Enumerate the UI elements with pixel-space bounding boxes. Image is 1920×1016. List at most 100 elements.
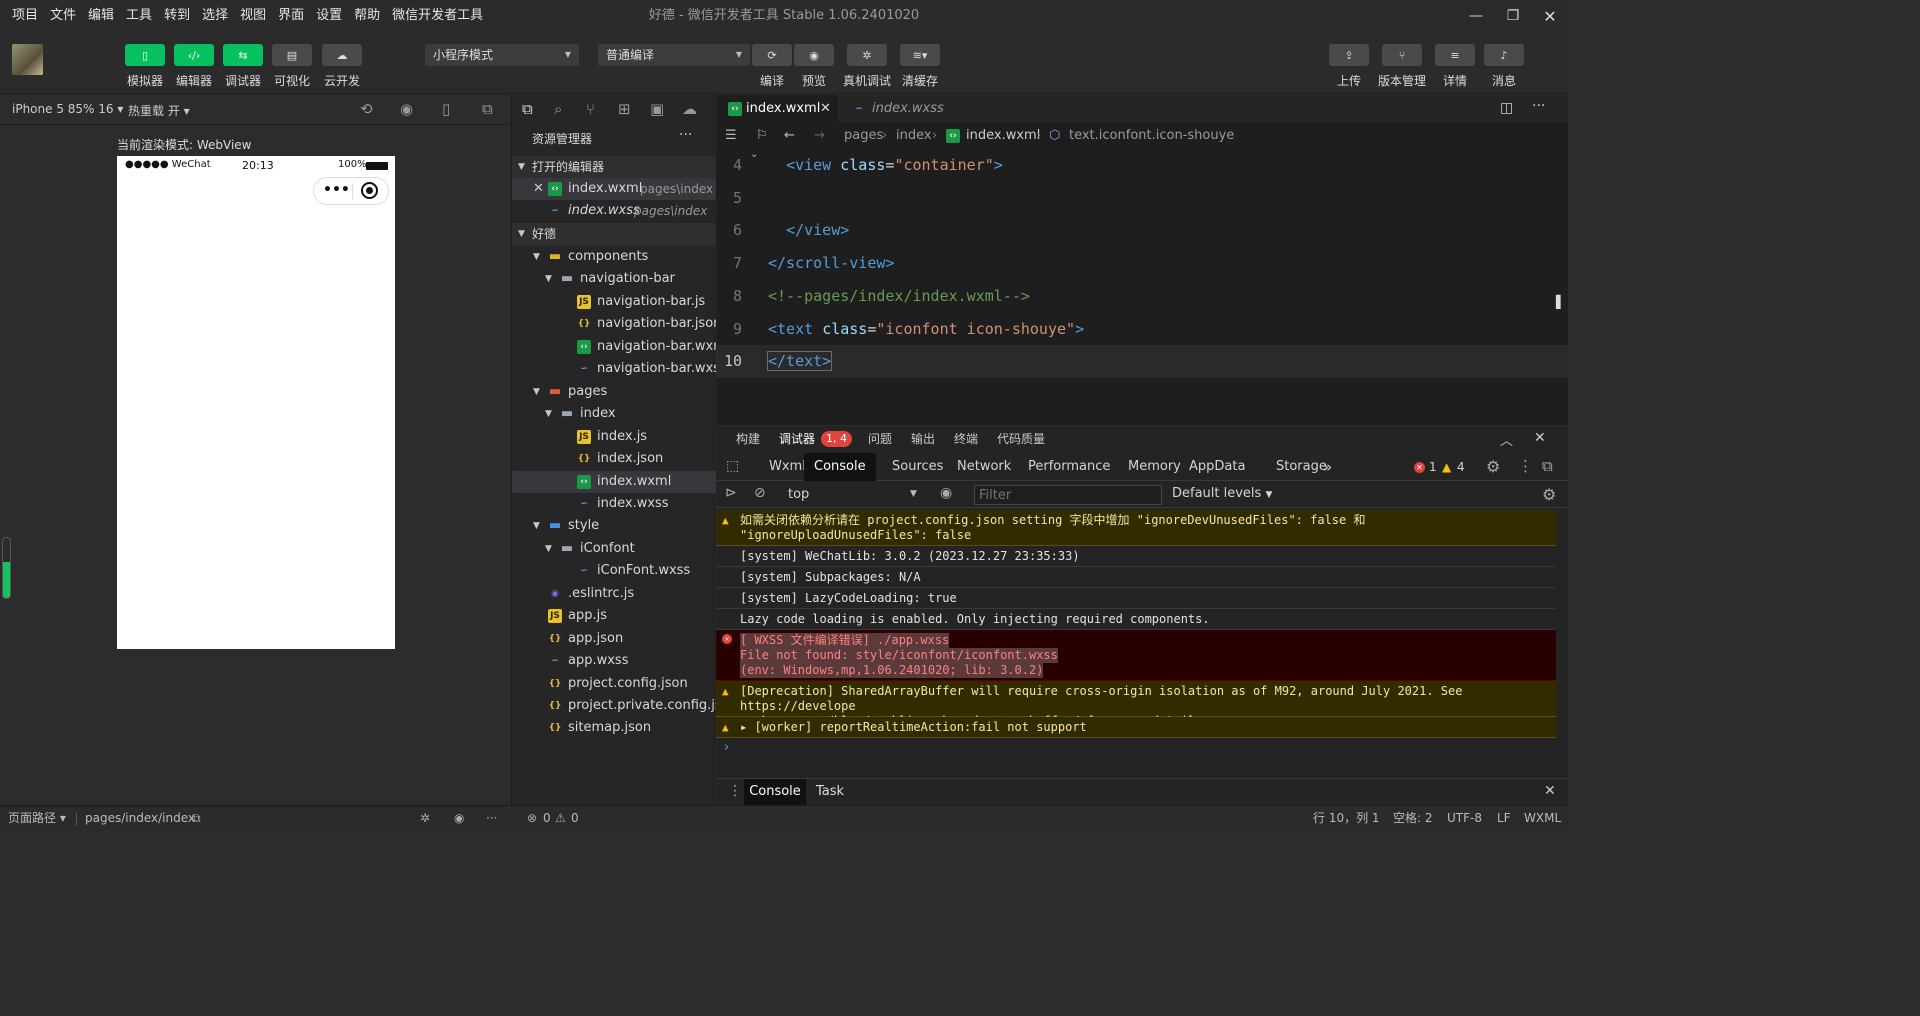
menu-item[interactable]: 设置	[310, 0, 348, 32]
tree-item[interactable]: ∽ index.wxss	[512, 493, 716, 515]
levels-select[interactable]: Default levels ▼	[1172, 486, 1272, 501]
menu-item[interactable]: 转到	[158, 0, 196, 32]
messages-button[interactable]: 消息	[1474, 72, 1534, 89]
preview-button[interactable]: 预览	[784, 72, 844, 89]
tree-item[interactable]: JS navigation-bar.js	[512, 291, 716, 313]
search-icon[interactable]: ⌕	[554, 100, 562, 118]
warning-count[interactable]: 0	[571, 806, 579, 831]
tree-item[interactable]: {} index.json	[512, 448, 716, 470]
breadcrumb-item[interactable]: index	[896, 123, 932, 149]
device-select[interactable]: iPhone 5 85% 16 ▾	[12, 102, 123, 116]
more-icon[interactable]: ···	[486, 806, 497, 831]
eye-icon[interactable]: ◉	[940, 485, 952, 501]
menu-item[interactable]: 选择	[196, 0, 234, 32]
editor-icon[interactable]: ‹/›	[174, 44, 214, 66]
code-line[interactable]: 10 </text>	[716, 345, 1568, 379]
clear-cache-button[interactable]: 清缓存	[890, 72, 950, 89]
tree-item[interactable]: ▼ ▬ components	[512, 246, 716, 268]
code-line[interactable]: 7 </scroll-view>	[716, 247, 1568, 280]
close-drawer-icon[interactable]: ✕	[1544, 783, 1556, 799]
drawer-tab-task[interactable]: Task	[816, 779, 844, 805]
back-icon[interactable]: ←	[784, 123, 795, 149]
phone-screen[interactable]: ●●●●● WeChat 20:13 100% •••	[117, 156, 395, 649]
console-filter-input[interactable]	[974, 485, 1162, 505]
more-tabs-icon[interactable]: »	[1323, 453, 1332, 481]
more-options-icon[interactable]: ···	[679, 127, 692, 143]
encoding[interactable]: UTF-8	[1447, 806, 1482, 831]
stop-icon[interactable]: ◉	[400, 100, 413, 118]
volume-slider[interactable]	[2, 537, 11, 599]
panel-tab[interactable]: 构建	[736, 426, 760, 452]
context-select[interactable]: top ▼	[782, 484, 922, 505]
outline-icon[interactable]: ☰	[725, 123, 737, 149]
chevron-up-icon[interactable]: ︿	[1500, 430, 1513, 449]
panel-tab[interactable]: 调试器	[779, 426, 815, 452]
copy-icon[interactable]: ⧉	[192, 806, 201, 831]
open-editor-item[interactable]: ∽ index.wxss pages\index	[512, 200, 716, 222]
bookmark-icon[interactable]: ⚐	[756, 123, 768, 149]
drawer-tab-console[interactable]: Console	[744, 779, 806, 805]
code-line[interactable]: 4 <view class="container">	[716, 149, 1568, 182]
extensions-icon[interactable]: ⊞	[618, 100, 631, 118]
language-mode[interactable]: WXML	[1524, 806, 1561, 831]
menu-item[interactable]: 视图	[234, 0, 272, 32]
tree-item[interactable]: {} project.config.json	[512, 673, 716, 695]
kebab-icon[interactable]: ⋮	[1518, 457, 1533, 475]
debugger-icon[interactable]: ⇆	[223, 44, 263, 66]
tree-item[interactable]: ▼ ▬ style	[512, 515, 716, 537]
version-button[interactable]: 版本管理	[1372, 72, 1432, 89]
visual-icon[interactable]: ▤	[272, 44, 312, 66]
menu-icon[interactable]: ≡	[1435, 44, 1475, 66]
console-prompt[interactable]: ›	[724, 740, 729, 755]
devtools-tab[interactable]: AppData	[1189, 453, 1245, 481]
refresh-icon[interactable]: ⟳	[752, 44, 792, 66]
capsule-menu[interactable]: •••	[313, 177, 389, 205]
tree-item[interactable]: ‹› navigation-bar.wxml	[512, 336, 716, 358]
tree-item[interactable]: ◉ .eslintrc.js	[512, 583, 716, 605]
menu-item[interactable]: 文件	[44, 0, 82, 32]
phone-icon[interactable]: ▯	[442, 100, 450, 118]
close-window-button[interactable]: ✕	[1530, 0, 1570, 32]
tree-item[interactable]: {} navigation-bar.json	[512, 313, 716, 335]
tab-index-wxml[interactable]: ‹› index.wxml ✕	[716, 95, 838, 123]
remote-debug-button[interactable]: 真机调试	[837, 72, 897, 89]
hot-reload-toggle[interactable]: 热重载 开 ▾	[128, 102, 190, 119]
tree-item[interactable]: {} app.json	[512, 628, 716, 650]
close-panel-icon[interactable]: ✕	[1534, 430, 1546, 446]
panel-icon[interactable]: ▣	[650, 100, 664, 118]
menu-item[interactable]: 微信开发者工具	[386, 0, 489, 32]
popout-icon[interactable]: ⧉	[482, 100, 493, 118]
layers-icon[interactable]: ≋▾	[900, 44, 940, 66]
cloud-icon[interactable]: ☁	[322, 44, 362, 66]
upload-icon[interactable]: ⇪	[1329, 44, 1369, 66]
close-icon[interactable]: ✕	[533, 178, 544, 200]
forward-icon[interactable]: →	[814, 123, 825, 149]
drawer-menu-icon[interactable]: ⋮	[728, 783, 742, 799]
dock-icon[interactable]: ⧉	[1542, 457, 1553, 475]
compile-select[interactable]: 普通编译 ▼	[598, 44, 750, 66]
tree-item[interactable]: ∽ iConFont.wxss	[512, 560, 716, 582]
error-count[interactable]: 0	[543, 806, 551, 831]
tree-item[interactable]: {} project.private.config.js...	[512, 695, 716, 717]
devtools-tab[interactable]: Network	[957, 453, 1011, 481]
project-header[interactable]: ▼ 好德	[512, 223, 716, 245]
sidebar-toggle-icon[interactable]: ⊳	[725, 485, 737, 501]
tree-item[interactable]: ∽ app.wxss	[512, 650, 716, 672]
breadcrumb-item[interactable]: index.wxml	[966, 123, 1040, 149]
devtools-tab[interactable]: Sources	[892, 453, 943, 481]
more-dots-icon[interactable]: •••	[323, 182, 350, 198]
console-settings-icon[interactable]: ⚙	[1542, 485, 1556, 504]
eye-icon[interactable]: ◉	[794, 44, 834, 66]
panel-tab[interactable]: 终端	[954, 426, 978, 452]
more-actions-icon[interactable]: ···	[1532, 98, 1545, 114]
gear-icon[interactable]: ⚙	[1486, 457, 1500, 476]
avatar[interactable]	[12, 44, 43, 75]
open-editor-item[interactable]: ✕ ‹› index.wxml pages\index	[512, 178, 716, 200]
clear-console-icon[interactable]: ⊘	[754, 485, 766, 501]
menu-item[interactable]: 帮助	[348, 0, 386, 32]
menu-item[interactable]: 编辑	[82, 0, 120, 32]
docker-icon[interactable]: ☁	[682, 100, 697, 118]
panel-tab[interactable]: 输出	[911, 426, 935, 452]
tree-item[interactable]: ▼ ▬ index	[512, 403, 716, 425]
bug-icon[interactable]: ✲	[847, 44, 887, 66]
